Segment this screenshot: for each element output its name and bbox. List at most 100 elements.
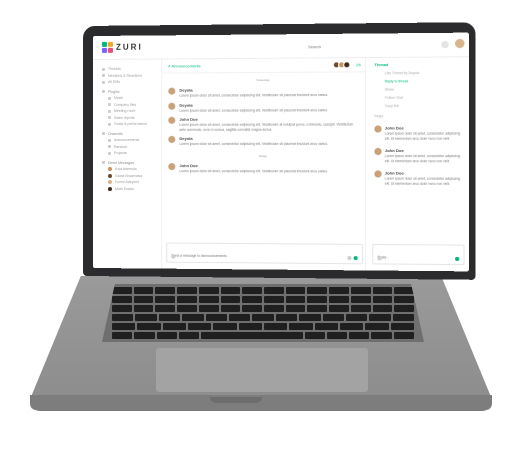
keyboard-key bbox=[289, 323, 313, 330]
message-composer[interactable] bbox=[166, 242, 363, 265]
keyboard-key bbox=[242, 305, 263, 312]
message[interactable]: John Doe Lorem ipsum dolor sit amet, cons… bbox=[374, 125, 462, 141]
keyboard-key bbox=[314, 323, 338, 330]
message-avatar[interactable] bbox=[168, 116, 176, 125]
message-author[interactable]: John Doe bbox=[385, 171, 463, 176]
keyboard-key bbox=[133, 305, 154, 312]
sidebar-item-label: Announcements bbox=[113, 138, 140, 143]
keyboard-key bbox=[198, 296, 219, 303]
thread-composer[interactable] bbox=[372, 243, 465, 266]
keyboard-key bbox=[187, 323, 212, 330]
channel-name[interactable]: # Announcements bbox=[168, 63, 200, 68]
sidebar-item[interactable]: Goals & performance bbox=[102, 121, 157, 128]
keyboard-key bbox=[263, 323, 288, 330]
keyboard-key bbox=[177, 287, 197, 294]
keyboard-key bbox=[201, 332, 303, 339]
sidebar-item-icon bbox=[101, 74, 105, 78]
keyboard-key bbox=[112, 305, 132, 312]
thread-option[interactable]: Share bbox=[385, 87, 463, 92]
keyboard-key bbox=[369, 314, 391, 321]
keyboard-row bbox=[112, 296, 415, 303]
keyboard-key bbox=[220, 296, 241, 303]
message-body: Deyola Lorem ipsum dolor sit amet, consec… bbox=[179, 136, 328, 147]
keyboard-key bbox=[112, 296, 132, 303]
sidebar-item-label: Projects bbox=[113, 151, 127, 156]
keyboard-key bbox=[133, 287, 154, 294]
sidebar-item[interactable]: Projects bbox=[102, 150, 157, 157]
thread-option[interactable]: Follow Chat bbox=[385, 95, 463, 100]
keyboard-key bbox=[345, 314, 368, 321]
message-author[interactable]: Deyola bbox=[179, 87, 328, 93]
message-author[interactable]: Deyola bbox=[179, 102, 328, 107]
keyboard-key bbox=[322, 314, 344, 321]
message-text: Lorem ipsum dolor sit amet, consectetur … bbox=[179, 107, 328, 113]
sidebar-item-icon bbox=[107, 151, 111, 155]
message-avatar[interactable] bbox=[374, 170, 382, 178]
thread-option[interactable]: Like Thread by Deyola bbox=[385, 71, 463, 75]
keyboard-key bbox=[162, 323, 186, 330]
sidebar-item[interactable]: Mark Essien bbox=[102, 186, 157, 193]
logo-text: ZURI bbox=[115, 42, 143, 52]
keyboard-key bbox=[307, 287, 328, 294]
message-avatar[interactable] bbox=[168, 163, 176, 171]
thread-panel: Thread Like Thread by Deyola Reply to thr… bbox=[368, 57, 469, 271]
keyboard-key bbox=[329, 296, 349, 303]
member-avatars[interactable] bbox=[332, 61, 351, 69]
sidebar-item-label: Mark Essien bbox=[114, 186, 135, 191]
keyboard-key bbox=[371, 332, 392, 339]
message[interactable]: John Doe Lorem ipsum dolor sit amet, cons… bbox=[162, 114, 365, 134]
keyboard-key bbox=[394, 287, 415, 294]
sidebar-item-label: Channels bbox=[107, 131, 123, 136]
message-author[interactable]: Deyola bbox=[179, 136, 328, 141]
keyboard-key bbox=[155, 287, 176, 294]
message-author[interactable]: John Doe bbox=[179, 163, 328, 168]
message-avatar[interactable] bbox=[168, 102, 176, 110]
search-input[interactable] bbox=[308, 40, 433, 52]
message-input[interactable] bbox=[167, 250, 362, 263]
emoji-icon[interactable] bbox=[347, 256, 352, 261]
user-avatar[interactable] bbox=[453, 37, 466, 50]
message-author[interactable]: John Doe bbox=[385, 125, 463, 130]
message-avatar[interactable] bbox=[374, 125, 382, 133]
help-icon[interactable] bbox=[441, 41, 449, 49]
sidebar-item-icon bbox=[101, 67, 105, 71]
keyboard-key bbox=[350, 287, 371, 294]
keyboard-key bbox=[390, 323, 414, 330]
message[interactable]: John Doe Lorem ipsum dolor sit amet, cons… bbox=[374, 148, 462, 164]
thread-option[interactable]: Copy link bbox=[385, 104, 463, 108]
sidebar-item-label: All DMs bbox=[107, 80, 121, 85]
dm-avatar bbox=[107, 180, 112, 185]
attach-icon[interactable] bbox=[171, 254, 176, 259]
message-avatar[interactable] bbox=[168, 87, 176, 95]
attach-icon[interactable] bbox=[377, 256, 382, 261]
keyboard-key bbox=[285, 305, 306, 312]
message-body: Deyola Lorem ipsum dolor sit amet, consec… bbox=[179, 102, 328, 113]
thread-option[interactable]: Reply to thread bbox=[385, 79, 463, 83]
laptop-notch bbox=[210, 397, 262, 403]
sidebar-item[interactable]: All DMs bbox=[101, 79, 157, 86]
message[interactable]: John Doe Lorem ipsum dolor sit amet, cons… bbox=[162, 161, 365, 176]
message-avatar[interactable] bbox=[168, 136, 176, 144]
keyboard-key bbox=[329, 305, 349, 312]
message-avatar[interactable] bbox=[374, 148, 382, 156]
message[interactable]: Deyola Lorem ipsum dolor sit amet, consec… bbox=[162, 85, 365, 101]
send-icon[interactable] bbox=[455, 256, 460, 262]
message[interactable]: John Doe Lorem ipsum dolor sit amet, cons… bbox=[374, 170, 463, 187]
message[interactable]: Deyola Lorem ipsum dolor sit amet, consec… bbox=[162, 134, 365, 149]
keyboard-key bbox=[275, 314, 298, 321]
app-logo[interactable]: ZURI bbox=[101, 41, 143, 53]
send-icon[interactable] bbox=[353, 256, 358, 261]
sidebar-item-label: Mentions & Reactions bbox=[107, 73, 143, 78]
keyboard-key bbox=[112, 323, 136, 330]
keyboard-key bbox=[394, 305, 415, 312]
keyboard-key bbox=[155, 305, 176, 312]
message-pane: # Announcements 25 Yesterday Deyola Lorem … bbox=[161, 58, 367, 271]
thread-reply-input[interactable] bbox=[373, 252, 464, 264]
message[interactable]: Deyola Lorem ipsum dolor sit amet, consec… bbox=[162, 100, 365, 115]
keyboard-key bbox=[133, 296, 154, 303]
sidebar-item-icon bbox=[107, 122, 111, 126]
message-author[interactable]: John Doe bbox=[179, 116, 358, 122]
message-author[interactable]: John Doe bbox=[385, 148, 463, 153]
member-count[interactable]: 25 bbox=[356, 62, 361, 67]
keyboard-key bbox=[299, 314, 321, 321]
